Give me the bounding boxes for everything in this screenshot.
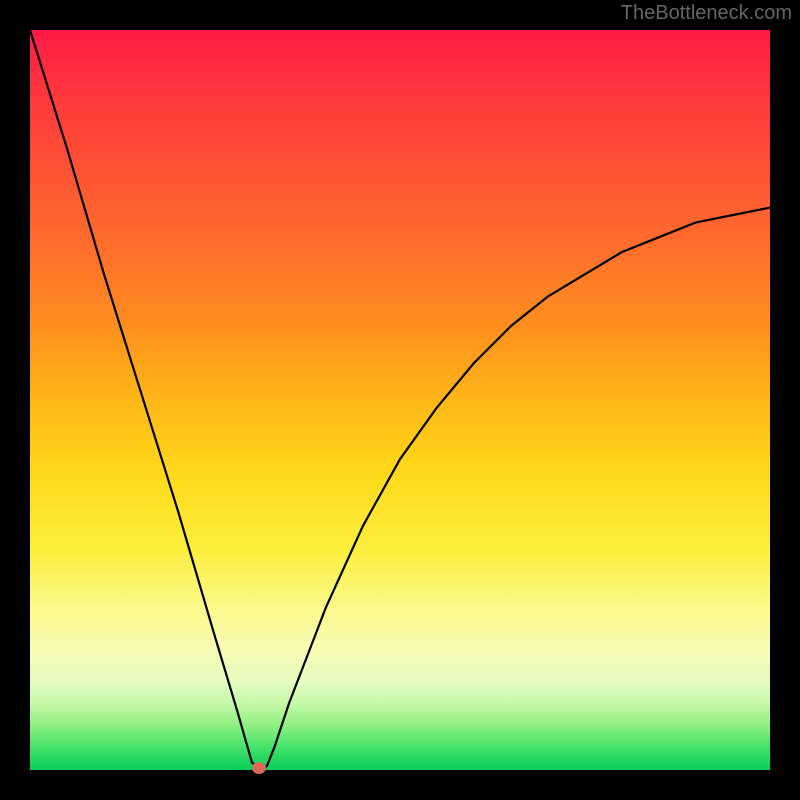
minimum-marker-dot (252, 762, 266, 774)
chart-plot-area (30, 30, 770, 770)
bottleneck-curve (30, 30, 770, 770)
watermark-text: TheBottleneck.com (621, 2, 792, 25)
